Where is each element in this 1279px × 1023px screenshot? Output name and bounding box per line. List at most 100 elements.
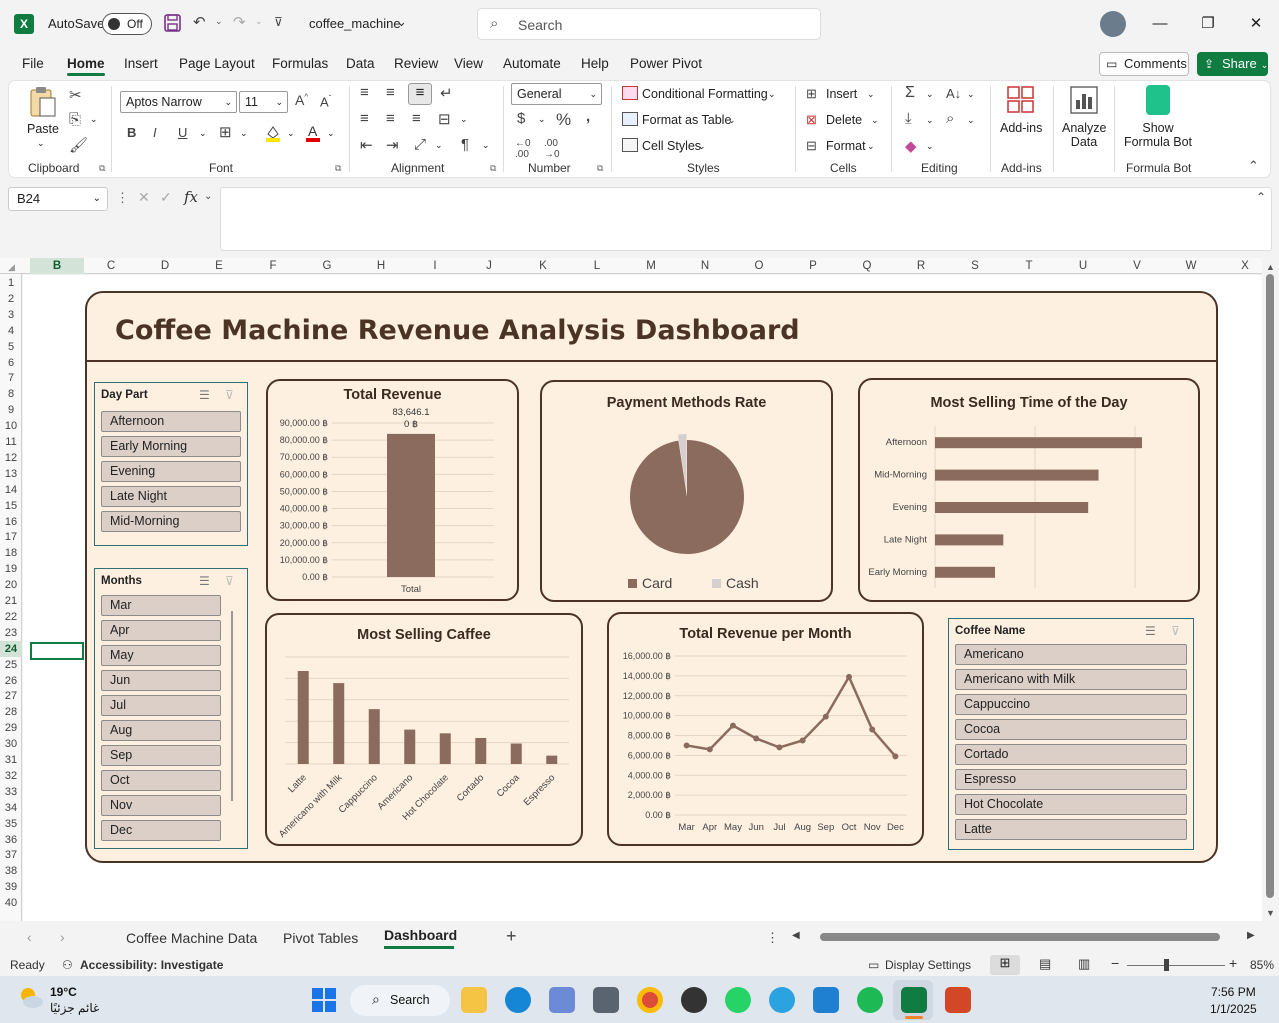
slicer-item[interactable]: May — [101, 645, 221, 666]
row-header[interactable]: 3 — [0, 307, 22, 323]
conditional-formatting-button[interactable]: Conditional Formatting — [642, 87, 768, 101]
clear-dropdown-icon[interactable]: ⌄ — [926, 141, 934, 152]
confirm-entry-icon[interactable]: ✓ — [160, 189, 172, 206]
row-header[interactable]: 26 — [0, 673, 22, 689]
row-header[interactable]: 31 — [0, 752, 22, 768]
row-header[interactable]: 20 — [0, 577, 22, 593]
row-header[interactable]: 27 — [0, 688, 22, 704]
align-center-icon[interactable]: ≡ — [386, 110, 395, 127]
slicer-item[interactable]: Cocoa — [955, 719, 1187, 740]
row-header[interactable]: 11 — [0, 434, 22, 450]
find-select-dropdown-icon[interactable]: ⌄ — [967, 115, 975, 126]
vertical-scrollbar[interactable]: ▲ ▼ — [1266, 262, 1275, 918]
paste-button[interactable]: Paste — [27, 122, 59, 136]
row-header[interactable]: 23 — [0, 625, 22, 641]
scroll-left-icon[interactable]: ◀ — [792, 930, 800, 941]
accounting-format-icon[interactable]: $ — [517, 110, 525, 127]
horizontal-scroll-thumb[interactable] — [820, 933, 1220, 941]
scroll-right-icon[interactable]: ▶ — [1247, 930, 1255, 941]
powerpoint-icon[interactable] — [945, 987, 971, 1013]
decrease-font-size-icon[interactable]: Aˇ — [320, 94, 331, 109]
panel-selling-time[interactable]: Most Selling Time of the Day Afternoon Mi… — [858, 378, 1200, 602]
orientation-icon[interactable]: ⤢ — [414, 136, 426, 153]
formula-input[interactable] — [220, 187, 1272, 251]
decrease-indent-icon[interactable]: ⇤ — [360, 136, 373, 154]
tab-coffee-machine-data[interactable]: Coffee Machine Data — [126, 930, 257, 946]
paste-icon[interactable] — [27, 86, 57, 118]
row-header[interactable]: 9 — [0, 402, 22, 418]
row-header[interactable]: 6 — [0, 355, 22, 371]
column-header[interactable]: U — [1056, 258, 1110, 274]
text-direction-dropdown-icon[interactable]: ⌄ — [482, 140, 490, 151]
slicer-item[interactable]: Hot Chocolate — [955, 794, 1187, 815]
app-icon[interactable] — [593, 987, 619, 1013]
cell-styles-button[interactable]: Cell Styles — [642, 139, 701, 153]
menu-automate[interactable]: Automate — [503, 56, 561, 71]
scroll-up-icon[interactable]: ▲ — [1266, 262, 1275, 272]
borders-dropdown-icon[interactable]: ⌄ — [240, 128, 248, 139]
excel-icon[interactable] — [901, 987, 927, 1013]
edge-icon[interactable] — [505, 987, 531, 1013]
orientation-dropdown-icon[interactable]: ⌄ — [435, 140, 443, 151]
analyze-data-icon[interactable] — [1070, 86, 1098, 114]
row-header[interactable]: 39 — [0, 879, 22, 895]
row-header[interactable]: 34 — [0, 800, 22, 816]
column-header[interactable]: L — [570, 258, 624, 274]
row-header[interactable]: 24 — [0, 640, 22, 657]
column-header[interactable]: P — [786, 258, 840, 274]
spotify-icon[interactable] — [857, 987, 883, 1013]
font-name-select[interactable]: Aptos Narrow ⌄ — [120, 91, 237, 113]
slicer-item[interactable]: Late Night — [101, 486, 241, 507]
row-header[interactable]: 1 — [0, 275, 22, 291]
chatgpt-icon[interactable] — [681, 987, 707, 1013]
autosum-icon[interactable]: Σ — [905, 84, 915, 102]
cancel-entry-icon[interactable]: ✕ — [138, 189, 150, 206]
row-header[interactable]: 21 — [0, 593, 22, 609]
zoom-slider[interactable] — [1127, 965, 1225, 966]
function-dropdown-icon[interactable]: ⌄ — [204, 191, 212, 202]
column-header[interactable]: C — [84, 258, 138, 274]
slicer-item[interactable]: Americano with Milk — [955, 669, 1187, 690]
whatsapp-icon[interactable] — [725, 987, 751, 1013]
file-name[interactable]: coffee_machine — [309, 16, 401, 31]
slicer-item[interactable]: Cortado — [955, 744, 1187, 765]
fill-icon[interactable]: ⤓ — [905, 110, 912, 127]
fill-color-dropdown-icon[interactable]: ⌄ — [287, 128, 295, 139]
slicer-item[interactable]: Apr — [101, 620, 221, 641]
underline-dropdown-icon[interactable]: ⌄ — [199, 128, 207, 139]
font-color-dropdown-icon[interactable]: ⌄ — [327, 128, 335, 139]
column-header[interactable]: S — [948, 258, 1002, 274]
column-header[interactable]: G — [300, 258, 354, 274]
conditional-formatting-chevron-down-icon[interactable]: ⌄ — [768, 89, 776, 100]
number-format-select[interactable]: General ⌄ — [511, 83, 602, 105]
row-header[interactable]: 2 — [0, 291, 22, 307]
more-options-icon[interactable]: ⋮ — [116, 190, 129, 206]
page-break-view-icon[interactable]: ▥ — [1078, 956, 1090, 972]
minimize-icon[interactable]: — — [1145, 10, 1175, 38]
font-launcher-icon[interactable]: ⧉ — [335, 163, 341, 174]
row-header[interactable]: 13 — [0, 466, 22, 482]
zoom-level[interactable]: 85% — [1250, 958, 1274, 972]
sort-filter-dropdown-icon[interactable]: ⌄ — [967, 89, 975, 100]
zoom-in-icon[interactable]: + — [1229, 955, 1237, 971]
slicer-item[interactable]: Cappuccino — [955, 694, 1187, 715]
multi-select-icon[interactable]: ☰ — [199, 574, 210, 588]
more-tabs-icon[interactable]: ⋮ — [766, 930, 779, 946]
row-header[interactable]: 4 — [0, 323, 22, 339]
weather-icon[interactable] — [18, 985, 44, 1011]
slicer-item[interactable]: Latte — [955, 819, 1187, 840]
column-header[interactable]: F — [246, 258, 300, 274]
row-header[interactable]: 16 — [0, 514, 22, 530]
column-header[interactable]: E — [192, 258, 246, 274]
menu-formulas[interactable]: Formulas — [272, 56, 328, 71]
row-header[interactable]: 10 — [0, 418, 22, 434]
zoom-out-icon[interactable]: − — [1111, 955, 1119, 971]
comma-style-icon[interactable]: , — [586, 108, 590, 125]
font-color-icon[interactable]: A — [305, 123, 321, 142]
redo-icon[interactable]: ↷ — [233, 13, 246, 31]
find-select-icon[interactable]: ⌕ — [946, 110, 954, 127]
horizontal-scrollbar[interactable]: ◀ ▶ — [792, 930, 1258, 944]
decrease-decimal-icon[interactable]: .00 →0 — [544, 138, 560, 160]
page-layout-view-icon[interactable]: ▤ — [1039, 956, 1051, 972]
alignment-launcher-icon[interactable]: ⧉ — [490, 163, 496, 174]
